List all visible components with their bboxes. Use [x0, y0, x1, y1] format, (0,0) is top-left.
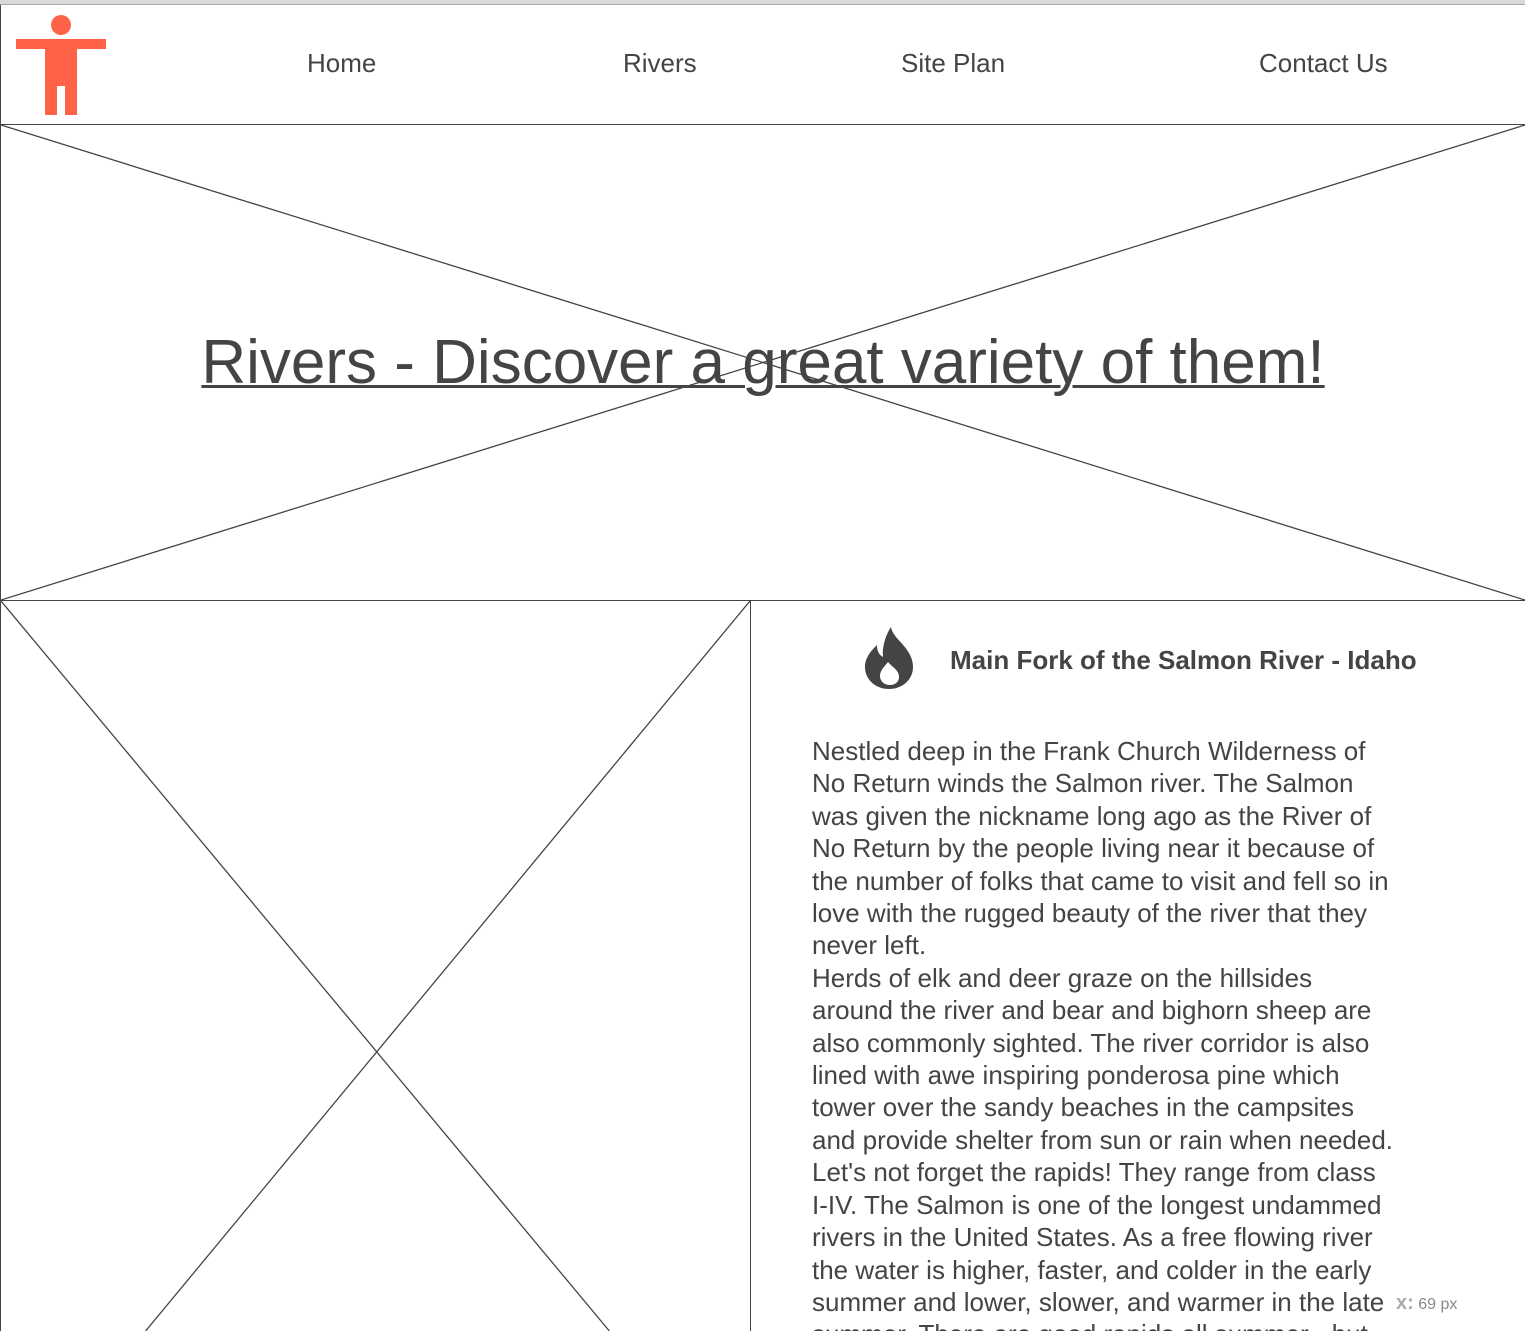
nav-contact-us-link[interactable]: Contact Us: [1259, 48, 1388, 78]
article-body: Nestled deep in the Frank Church Wildern…: [812, 735, 1442, 1331]
logo[interactable]: [16, 15, 106, 115]
article-paragraph: Nestled deep in the Frank Church Wildern…: [812, 736, 1389, 961]
image-placeholder-cross: [1, 601, 750, 1331]
person-icon: [16, 15, 106, 115]
page: Home Rivers Site Plan Contact Us Rivers …: [0, 0, 1525, 1331]
nav-rivers-link[interactable]: Rivers: [623, 48, 697, 78]
article-title: Main Fork of the Salmon River - Idaho: [950, 645, 1417, 675]
river-image-placeholder: [0, 601, 751, 1331]
fire-icon: [865, 627, 913, 689]
article-paragraph: Herds of elk and deer graze on the hills…: [812, 962, 1394, 1331]
hero-banner: Rivers - Discover a great variety of the…: [0, 125, 1525, 601]
header: Home Rivers Site Plan Contact Us: [0, 5, 1525, 125]
hero-title-link[interactable]: Rivers - Discover a great variety of the…: [1, 325, 1525, 401]
readout-mark: x:: [1396, 1292, 1414, 1314]
readout-value: 69 px: [1418, 1296, 1458, 1313]
size-readout: x: 69 px: [1396, 1292, 1458, 1316]
nav-home-link[interactable]: Home: [307, 48, 376, 78]
article-section: Main Fork of the Salmon River - Idaho Ne…: [751, 601, 1525, 1331]
nav-site-plan-link[interactable]: Site Plan: [901, 48, 1005, 78]
